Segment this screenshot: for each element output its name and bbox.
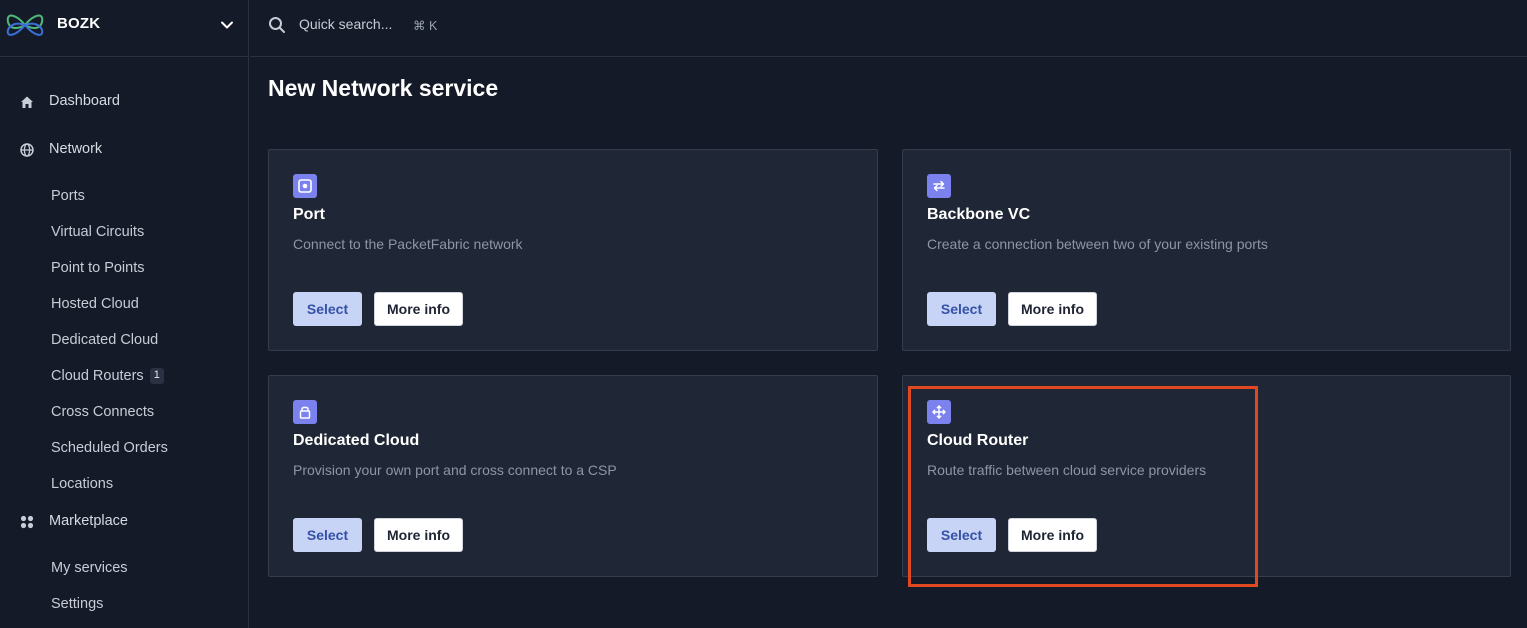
- sidebar-item-label: Scheduled Orders: [51, 440, 168, 456]
- count-badge: 1: [149, 368, 164, 385]
- app: BOZK Dashboard Network Ports Virtual Cir…: [0, 0, 1527, 628]
- select-button[interactable]: Select: [293, 518, 362, 552]
- search-input[interactable]: Quick search...: [299, 16, 392, 32]
- lock-icon: [293, 400, 317, 424]
- sidebar-item-label: Marketplace: [49, 513, 128, 529]
- sidebar-item-label: Ports: [51, 188, 85, 204]
- port-icon: [293, 174, 317, 198]
- sidebar-item-cross-connects[interactable]: Cross Connects: [51, 400, 154, 424]
- sidebar-item-label: Hosted Cloud: [51, 296, 139, 312]
- more-info-button[interactable]: More info: [1008, 292, 1097, 326]
- card-description: Create a connection between two of your …: [927, 236, 1268, 252]
- chevron-down-icon[interactable]: [219, 17, 235, 33]
- keyboard-shortcut: ⌘ K: [413, 19, 438, 33]
- search-icon: [269, 17, 285, 33]
- service-card-dedicated-cloud: Dedicated Cloud Provision your own port …: [268, 375, 878, 577]
- sidebar-item-virtual-circuits[interactable]: Virtual Circuits: [51, 220, 144, 244]
- globe-icon: [20, 143, 34, 157]
- sidebar-item-cloud-routers[interactable]: Cloud Routers 1: [51, 364, 164, 388]
- sidebar-item-marketplace[interactable]: Marketplace: [0, 504, 249, 540]
- sidebar-item-settings[interactable]: Settings: [51, 592, 103, 616]
- sidebar-item-label: Locations: [51, 476, 114, 492]
- card-title: Cloud Router: [927, 432, 1029, 449]
- sidebar-item-label: Cross Connects: [51, 404, 155, 420]
- home-icon: [21, 96, 33, 108]
- sidebar-item-ports[interactable]: Ports: [51, 184, 85, 208]
- sidebar-item-hosted-cloud[interactable]: Hosted Cloud: [51, 292, 139, 316]
- sidebar-item-label: Point to Points: [51, 260, 145, 276]
- sidebar-item-dedicated-cloud[interactable]: Dedicated Cloud: [51, 328, 158, 352]
- sidebar-item-point-to-points[interactable]: Point to Points: [51, 256, 145, 280]
- logo-icon: [6, 14, 44, 36]
- more-info-button[interactable]: More info: [1008, 518, 1097, 552]
- card-description: Route traffic between cloud service prov…: [927, 462, 1207, 478]
- grid-icon: [20, 515, 34, 529]
- move-arrows-icon: [927, 400, 951, 424]
- sidebar-item-label: Settings: [51, 596, 104, 612]
- sidebar-item-my-services[interactable]: My services: [51, 556, 128, 580]
- sidebar-item-scheduled-orders[interactable]: Scheduled Orders: [51, 436, 168, 460]
- sidebar-item-label: Cloud Routers: [51, 368, 144, 384]
- page-title: New Network service: [268, 75, 499, 101]
- sidebar-item-label: Dedicated Cloud: [51, 332, 159, 348]
- card-description: Connect to the PacketFabric network: [293, 236, 523, 252]
- org-switcher[interactable]: BOZK: [0, 0, 249, 57]
- service-card-cloud-router: Cloud Router Route traffic between cloud…: [902, 375, 1511, 577]
- swap-arrows-icon: [927, 174, 951, 198]
- select-button[interactable]: Select: [927, 518, 996, 552]
- org-name: BOZK: [57, 15, 101, 32]
- select-button[interactable]: Select: [927, 292, 996, 326]
- service-card-port: Port Connect to the PacketFabric network…: [268, 149, 878, 351]
- sidebar-item-dashboard[interactable]: Dashboard: [0, 84, 249, 120]
- more-info-button[interactable]: More info: [374, 518, 463, 552]
- card-title: Port: [293, 206, 325, 223]
- sidebar-item-label: Virtual Circuits: [51, 224, 145, 240]
- topbar: Quick search... ⌘ K: [250, 0, 1527, 57]
- sidebar-item-label: Network: [49, 141, 103, 157]
- sidebar: BOZK Dashboard Network Ports Virtual Cir…: [0, 0, 249, 628]
- select-button[interactable]: Select: [293, 292, 362, 326]
- sidebar-item-locations[interactable]: Locations: [51, 472, 113, 496]
- card-title: Backbone VC: [927, 206, 1031, 223]
- sidebar-item-label: My services: [51, 560, 128, 576]
- more-info-button[interactable]: More info: [374, 292, 463, 326]
- card-description: Provision your own port and cross connec…: [293, 462, 617, 478]
- sidebar-item-network[interactable]: Network: [0, 132, 249, 168]
- sidebar-item-label: Dashboard: [49, 93, 120, 109]
- card-title: Dedicated Cloud: [293, 432, 420, 449]
- service-card-backbone-vc: Backbone VC Create a connection between …: [902, 149, 1511, 351]
